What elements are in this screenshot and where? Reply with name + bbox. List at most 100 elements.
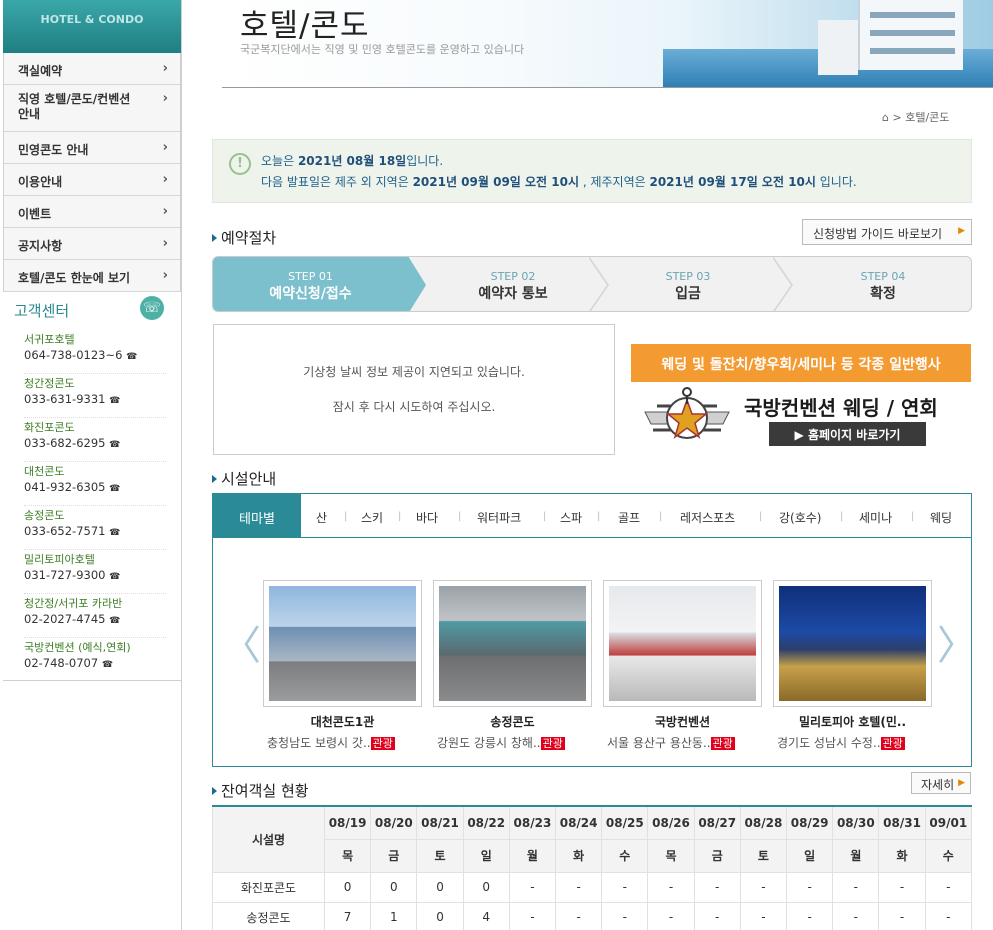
- sidebar-item-overview[interactable]: 호텔/콘도 한눈에 보기 ›: [4, 260, 180, 292]
- guide-button[interactable]: 신청방법 가이드 바로보기 ▶: [802, 219, 972, 245]
- weather-message: 기상청 날씨 정보 제공이 지연되고 있습니다.: [303, 365, 525, 379]
- weekday-header: 화: [878, 838, 926, 873]
- weekday-header: 토: [416, 838, 464, 873]
- facility-photo[interactable]: [263, 580, 422, 707]
- sidebar-item-label: 객실예약: [18, 64, 63, 78]
- tab-theme[interactable]: 테마별: [213, 494, 301, 537]
- facility-name-cell[interactable]: 화진포콘도: [212, 871, 325, 903]
- table-header-row: 시설명 08/19 08/20 08/21 08/22 08/23 08/24 …: [212, 805, 973, 873]
- contact-name: 서귀포호텔: [24, 333, 75, 346]
- sidebar-item-label: 이용안내: [18, 175, 63, 189]
- room-count-cell[interactable]: 1: [370, 901, 418, 930]
- step-label: 입금: [675, 286, 701, 302]
- step-label: 예약신청/접수: [269, 286, 352, 302]
- tab-waterpark[interactable]: 워터파크: [477, 509, 521, 526]
- step-4: STEP 04 확정: [778, 257, 971, 311]
- carousel-prev-icon[interactable]: 〈: [221, 613, 261, 671]
- sidebar-item-events[interactable]: 이벤트 ›: [4, 196, 180, 228]
- facility-card[interactable]: 국방컨벤션 서울 용산구 용산동.. 관광: [603, 580, 762, 751]
- more-button[interactable]: 자세히 ▶: [911, 772, 971, 794]
- home-icon[interactable]: ⌂: [882, 111, 889, 124]
- date-header: 08/22: [462, 805, 510, 840]
- room-count-cell[interactable]: 4: [462, 901, 510, 930]
- customer-center-title: 고객센터: [14, 302, 70, 320]
- sidebar-item-room-reservation[interactable]: 객실예약 ›: [4, 53, 180, 85]
- facility-card[interactable]: 밀리토피아 호텔(민.. 경기도 성남시 수정.. 관광: [773, 580, 932, 751]
- contact-item: 청간정콘도 033-631-9331 ☎: [24, 374, 166, 418]
- date-header: 08/30: [832, 805, 880, 840]
- room-count-cell: -: [555, 871, 603, 903]
- facility-name[interactable]: 송정콘도: [433, 713, 592, 730]
- chevron-right-icon: ›: [162, 91, 168, 106]
- next-date-jeju: 2021년 09월 17일 오전 10시: [649, 175, 816, 189]
- sidebar-item-notices[interactable]: 공지사항 ›: [4, 228, 180, 260]
- facility-name[interactable]: 밀리토피아 호텔(민..: [773, 713, 932, 730]
- room-count-cell: -: [786, 901, 834, 930]
- room-count-cell: -: [508, 871, 557, 903]
- facility-photo[interactable]: [773, 580, 932, 707]
- weekday-header: 일: [786, 838, 834, 873]
- contact-phone: 033-682-6295: [24, 436, 106, 450]
- ad-banner-orange[interactable]: 웨딩 및 돌잔치/향우회/세미나 등 각종 일반행사: [631, 344, 971, 382]
- facility-photo[interactable]: [433, 580, 592, 707]
- weekday-header: 화: [555, 838, 603, 873]
- room-count-cell[interactable]: 7: [323, 901, 372, 930]
- tab-seminar[interactable]: 세미나: [859, 509, 892, 526]
- homepage-button[interactable]: ▶ 홈페이지 바로가기: [769, 422, 926, 446]
- step-label: 예약자 통보: [478, 286, 548, 302]
- table-row: 화진포콘도 0 0 0 0 - - - - - - - - - -: [212, 871, 973, 903]
- contact-name: 대천콘도: [24, 465, 65, 478]
- room-count-cell: -: [508, 901, 557, 930]
- sidebar-item-direct-facilities[interactable]: 직영 호텔/콘도/컨벤션 안내 ›: [4, 85, 180, 132]
- room-count-cell: -: [739, 871, 788, 903]
- carousel-next-icon[interactable]: 〉: [937, 613, 977, 671]
- weather-retry-message: 잠시 후 다시 시도하여 주십시오.: [332, 400, 496, 414]
- room-count-cell[interactable]: 0: [370, 871, 418, 903]
- facility-name[interactable]: 대천콘도1관: [263, 713, 422, 730]
- facility-card[interactable]: 송정콘도 강원도 강릉시 창해.. 관광: [433, 580, 592, 751]
- step-2: STEP 02 예약자 통보: [418, 257, 608, 311]
- building-graphic: [818, 20, 858, 75]
- sidebar-item-label: 직영 호텔/콘도/컨벤션 안내: [18, 92, 131, 121]
- room-count-cell: -: [924, 901, 973, 930]
- chevron-right-icon: ›: [162, 236, 168, 251]
- facility-photo[interactable]: [603, 580, 762, 707]
- tab-wedding[interactable]: 웨딩: [930, 509, 952, 526]
- sidebar-item-private-condo[interactable]: 민영콘도 안내 ›: [4, 132, 180, 164]
- step-number: STEP 04: [860, 270, 906, 283]
- room-count-cell[interactable]: 0: [416, 871, 464, 903]
- tourism-badge: 관광: [370, 737, 395, 750]
- next-date-mainland: 2021년 09월 09일 오전 10시: [412, 175, 580, 189]
- tab-river-lake[interactable]: 강(호수): [779, 509, 821, 526]
- phone-icon: ☏: [140, 296, 164, 320]
- tab-leisure-sports[interactable]: 레저스포츠: [680, 509, 735, 526]
- room-count-cell: -: [878, 871, 926, 903]
- room-count-cell[interactable]: 0: [416, 901, 464, 930]
- breadcrumb-current: 호텔/콘도: [905, 111, 950, 124]
- sidebar-item-label: 민영콘도 안내: [18, 143, 89, 157]
- chevron-right-icon: ›: [162, 268, 168, 283]
- step-arrow: [587, 257, 607, 311]
- building-graphic: [858, 0, 963, 70]
- step-label: 확정: [870, 286, 896, 302]
- tab-sea[interactable]: 바다: [416, 509, 438, 526]
- room-count-cell[interactable]: 0: [462, 871, 510, 903]
- tab-golf[interactable]: 골프: [618, 509, 640, 526]
- date-header: 08/27: [693, 805, 741, 840]
- weekday-header: 수: [924, 838, 973, 873]
- sidebar-item-usage-guide[interactable]: 이용안내 ›: [4, 164, 180, 196]
- breadcrumb-separator: >: [892, 111, 902, 124]
- tab-spa[interactable]: 스파: [560, 509, 582, 526]
- room-count-cell: -: [832, 871, 880, 903]
- telephone-icon: ☎: [109, 572, 121, 582]
- room-count-cell[interactable]: 0: [323, 871, 372, 903]
- tab-mountain[interactable]: 산: [316, 509, 327, 526]
- facility-name-cell[interactable]: 송정콘도: [212, 901, 325, 930]
- facility-location: 경기도 성남시 수정..: [777, 736, 881, 750]
- facility-card[interactable]: 대천콘도1관 충청남도 보령시 갓.. 관광: [263, 580, 422, 751]
- facility-name[interactable]: 국방컨벤션: [603, 713, 762, 730]
- tab-ski[interactable]: 스키: [361, 509, 383, 526]
- telephone-icon: ☎: [109, 484, 121, 494]
- room-count-cell: -: [924, 871, 973, 903]
- date-header: 08/26: [647, 805, 695, 840]
